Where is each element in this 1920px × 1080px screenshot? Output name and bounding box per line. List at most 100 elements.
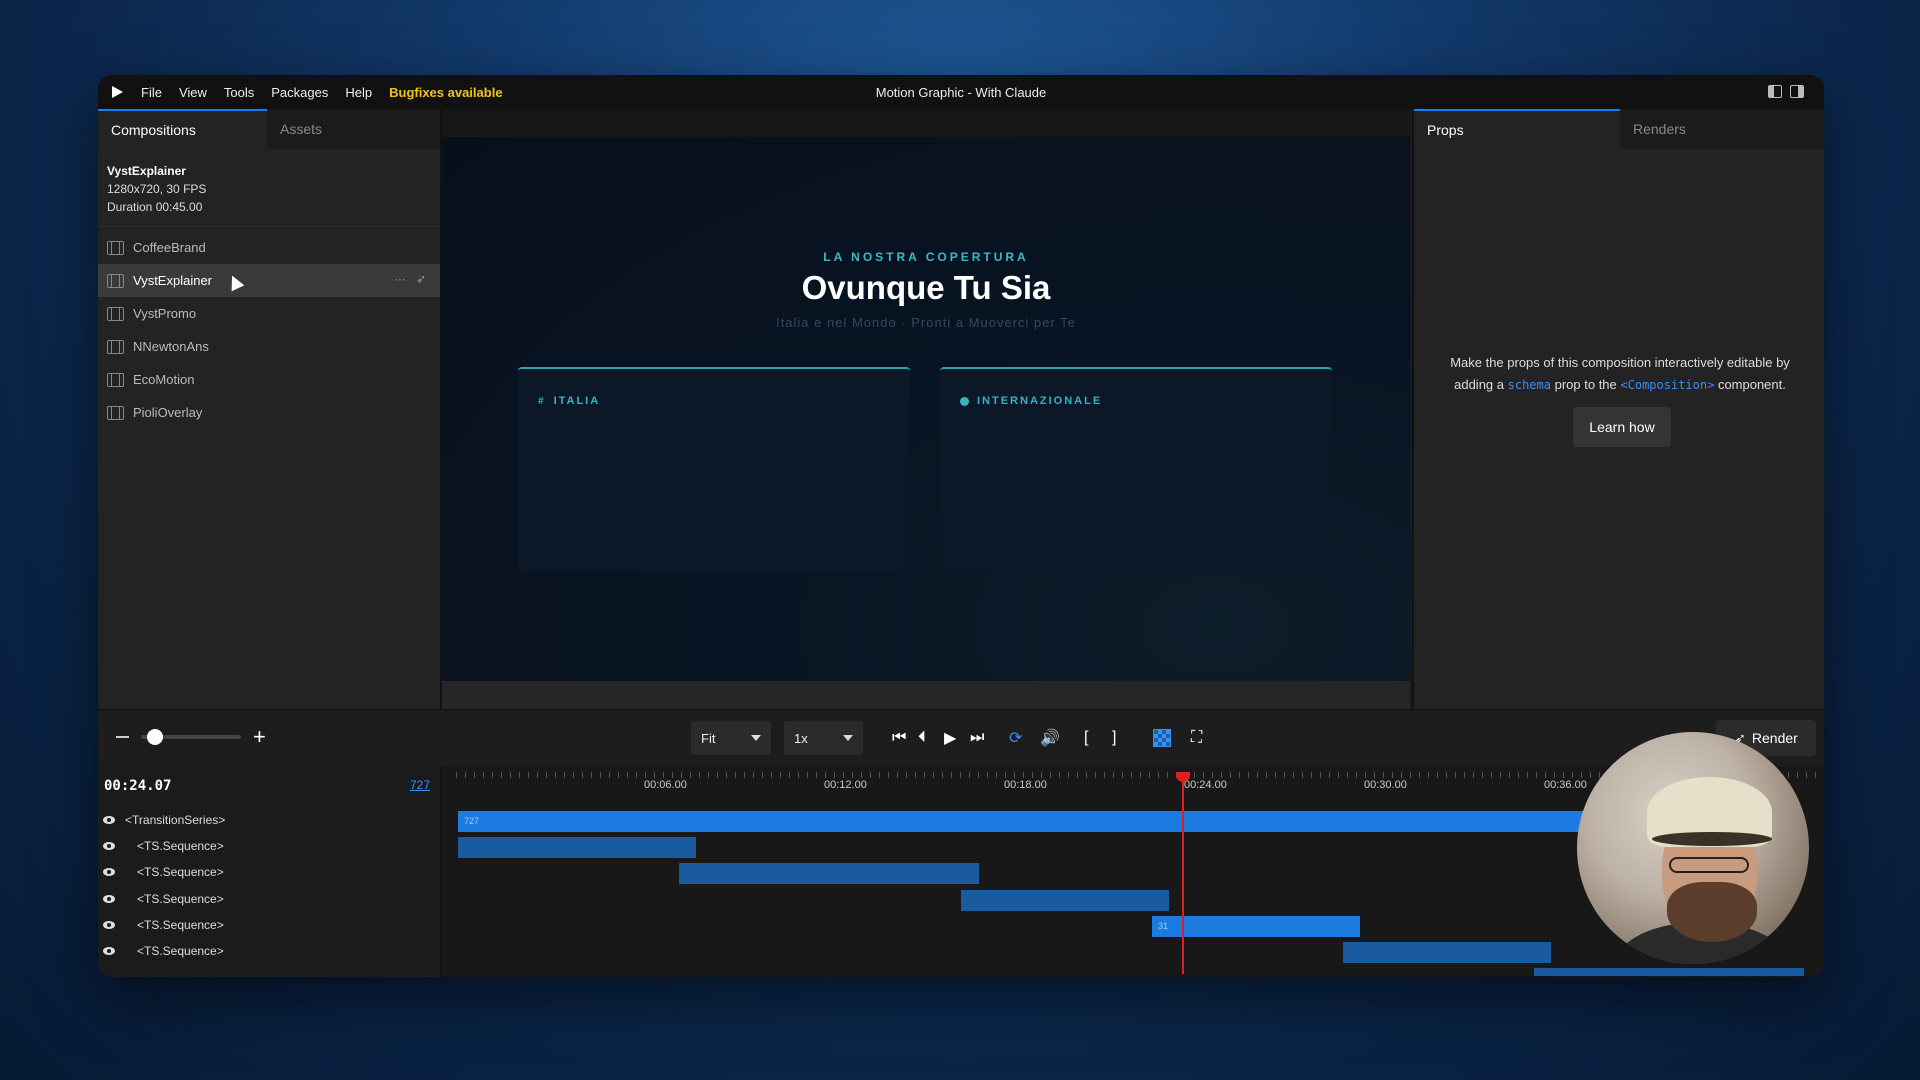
toggle-right-panel-icon[interactable]: [1790, 85, 1804, 98]
chevron-down-icon: [751, 735, 761, 741]
track-row[interactable]: <TS.Sequence>: [98, 833, 452, 859]
step-forward-icon[interactable]: ⏭: [970, 727, 984, 749]
zoom-slider[interactable]: [141, 729, 241, 745]
eye-icon[interactable]: [103, 816, 115, 824]
composition-item[interactable]: CoffeeBrand: [98, 231, 440, 264]
playhead[interactable]: [1176, 772, 1190, 974]
eye-icon[interactable]: [103, 947, 115, 955]
eye-icon[interactable]: [103, 842, 115, 850]
track-label: <TS.Sequence>: [137, 944, 224, 958]
tab-renders[interactable]: Renders: [1620, 109, 1824, 149]
fit-select[interactable]: Fit: [691, 721, 771, 755]
play-icon[interactable]: ▶: [944, 727, 956, 749]
menu-view[interactable]: View: [179, 85, 207, 100]
webcam-glasses: [1669, 857, 1749, 873]
eye-icon[interactable]: [103, 895, 115, 903]
track-row[interactable]: <TS.Sequence>: [98, 938, 452, 964]
speed-select-value: 1x: [794, 730, 808, 746]
tick-label: 00:30.00: [1364, 779, 1407, 791]
zoom-in-icon[interactable]: +: [253, 726, 266, 748]
menu-help[interactable]: Help: [345, 85, 372, 100]
preview-subline: Italia e nel Mondo · Pronti a Muoverci p…: [776, 315, 1076, 330]
tick-label: 00:36.00: [1544, 779, 1587, 791]
globe-dot-icon: [960, 396, 969, 406]
film-icon: [107, 405, 124, 420]
card-italia-label: ITALIA: [553, 395, 601, 407]
current-timecode: 00:24.07: [104, 778, 172, 794]
composition-item-label: CoffeeBrand: [133, 240, 206, 255]
eye-icon[interactable]: [103, 868, 115, 876]
bar-label: 31: [1158, 921, 1169, 931]
sequence-bar[interactable]: [458, 837, 696, 858]
composition-item[interactable]: PioliOverlay: [98, 396, 440, 429]
right-panel: Props Renders Make the props of this com…: [1412, 109, 1824, 709]
composition-item-selected[interactable]: VystExplainer ··· ➶: [98, 264, 440, 297]
composition-item[interactable]: VystPromo: [98, 297, 440, 330]
bugfixes-link[interactable]: Bugfixes available: [389, 85, 502, 100]
bar-label: 727: [464, 816, 480, 826]
composition-item-label: VystPromo: [133, 306, 197, 321]
sequence-bar[interactable]: [1343, 942, 1551, 963]
track-row[interactable]: <TS.Sequence>: [98, 912, 452, 938]
in-point-icon[interactable]: [: [1084, 727, 1088, 749]
tab-compositions[interactable]: Compositions: [98, 109, 267, 149]
composition-duration: Duration 00:45.00: [107, 200, 203, 214]
fullscreen-icon[interactable]: ⛶: [1191, 727, 1202, 749]
tick-label: 00:24.00: [1184, 779, 1227, 791]
more-options-icon[interactable]: ···: [394, 272, 406, 286]
step-back-icon[interactable]: ⏴: [918, 727, 926, 749]
menu-packages[interactable]: Packages: [271, 85, 328, 100]
speed-select[interactable]: 1x: [784, 721, 863, 755]
composition-info: VystExplainer 1280x720, 30 FPS Duration …: [98, 149, 440, 227]
composition-item[interactable]: EcoMotion: [98, 363, 440, 396]
menu-file[interactable]: File: [141, 85, 162, 100]
playback-controls: + Fit 1x ⏮ ⏴ ▶ ⏭ ⟳ 🔊 [ ] ⛶ ➶ Render: [98, 709, 1824, 767]
card-internazionale: INTERNAZIONALE: [940, 367, 1332, 572]
canvas-scrollbar[interactable]: [442, 681, 1410, 709]
composition-name: VystExplainer: [107, 164, 186, 178]
render-rocket-icon[interactable]: ➶: [416, 272, 426, 286]
toggle-left-panel-icon[interactable]: [1768, 85, 1782, 98]
tick-label: 00:12.00: [824, 779, 867, 791]
tick-label: 00:18.00: [1004, 779, 1047, 791]
jump-to-start-icon[interactable]: ⏮: [892, 727, 906, 749]
preview-kicker: LA NOSTRA COPERTURA: [823, 250, 1029, 264]
loop-icon[interactable]: ⟳: [1009, 727, 1022, 749]
schema-link[interactable]: schema: [1508, 378, 1551, 392]
canvas-top-strip: [442, 109, 1410, 137]
track-row[interactable]: <TS.Sequence>: [98, 886, 452, 912]
composition-item-label: NNewtonAns: [133, 339, 209, 354]
sequence-bar[interactable]: [1534, 968, 1804, 976]
out-point-icon[interactable]: ]: [1112, 727, 1116, 749]
card-internazionale-label: INTERNAZIONALE: [977, 395, 1103, 407]
composition-list: CoffeeBrand VystExplainer ··· ➶ VystProm…: [98, 231, 440, 429]
sequence-bar[interactable]: [679, 863, 979, 884]
video-preview[interactable]: LA NOSTRA COPERTURA Ovunque Tu Sia Itali…: [442, 137, 1410, 681]
tab-assets[interactable]: Assets: [267, 109, 436, 149]
menu-tools[interactable]: Tools: [224, 85, 254, 100]
track-row[interactable]: <TransitionSeries>: [98, 807, 440, 833]
studio-window: File View Tools Packages Help Bugfixes a…: [98, 75, 1824, 977]
render-button-label: Render: [1751, 730, 1798, 746]
film-icon: [107, 372, 124, 387]
composition-item[interactable]: NNewtonAns: [98, 330, 440, 363]
sequence-bar-transition-series[interactable]: 727: [458, 811, 1728, 832]
mouse-cursor-icon: [225, 272, 245, 292]
left-panel: Compositions Assets VystExplainer 1280x7…: [98, 109, 442, 709]
volume-icon[interactable]: 🔊: [1040, 727, 1060, 749]
sequence-bar[interactable]: [961, 890, 1169, 911]
zoom-out-icon[interactable]: [116, 736, 129, 738]
webcam-beard: [1667, 882, 1757, 942]
zoom-slider-knob[interactable]: [147, 729, 163, 745]
composition-link[interactable]: <Composition>: [1620, 378, 1714, 392]
eye-icon[interactable]: [103, 921, 115, 929]
tab-props[interactable]: Props: [1414, 109, 1620, 149]
track-row[interactable]: <TS.Sequence>: [98, 859, 452, 885]
pin-icon: #: [538, 395, 546, 407]
checkerboard-icon[interactable]: [1153, 727, 1171, 749]
learn-how-button[interactable]: Learn how: [1573, 407, 1671, 447]
timeline-tracks-panel: 00:24.07 727 <TransitionSeries> <TS.Sequ…: [98, 766, 442, 977]
current-frame-number[interactable]: 727: [410, 778, 430, 792]
chevron-down-icon: [843, 735, 853, 741]
track-label: <TransitionSeries>: [125, 813, 226, 827]
